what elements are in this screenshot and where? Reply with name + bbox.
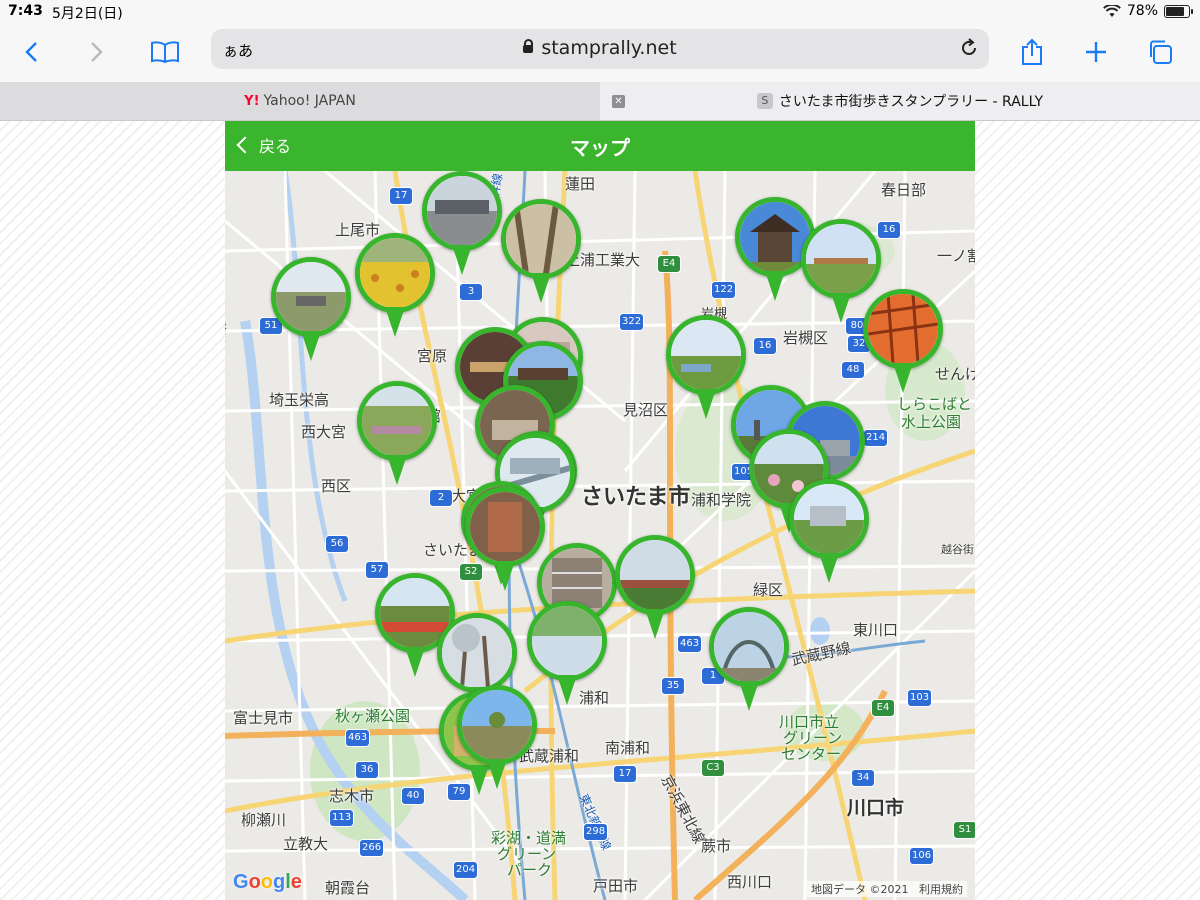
- stamp-pin[interactable]: [709, 607, 789, 717]
- map-label: 宮原: [417, 347, 448, 365]
- map-view[interactable]: 蓮田 春日部 上尾市 上浦工業大 一ノ割 岩槻区 宮原 見沼区 せんげん しらこ…: [225, 171, 975, 900]
- tab-rally[interactable]: ✕ S さいたま市街歩きスタンプラリー - RALLY: [600, 82, 1200, 120]
- map-label: 朝霞台: [325, 879, 371, 897]
- battery-icon: [1164, 4, 1193, 18]
- stamp-pin[interactable]: [271, 257, 351, 367]
- map-label: 西川口: [727, 873, 773, 891]
- road-number: 103: [907, 689, 933, 707]
- map-label: 志木市: [329, 787, 375, 805]
- lock-icon: [523, 39, 534, 53]
- tabs-icon[interactable]: [1140, 32, 1180, 72]
- reload-icon[interactable]: [959, 38, 979, 62]
- app-header: 戻る マップ: [225, 121, 975, 171]
- map-label: 富士見市: [233, 709, 294, 727]
- terms-link[interactable]: 利用規約: [919, 883, 963, 896]
- map-label: 立教大: [283, 835, 329, 853]
- browser-toolbar: ぁあ stamprally.net: [0, 24, 1200, 82]
- road-number: 17: [613, 765, 637, 783]
- road-number: 463: [345, 729, 371, 747]
- status-time: 7:43: [8, 3, 43, 19]
- road-number: C3: [701, 759, 725, 777]
- tab-yahoo[interactable]: Y! Yahoo! JAPAN: [0, 82, 600, 120]
- bookmarks-icon[interactable]: [145, 32, 185, 72]
- road-number: E4: [657, 255, 681, 273]
- rally-app: 戻る マップ 蓮田 春日部 上尾市 上浦工業大 一ノ割 岩槻区 宮原 見沼区 せ…: [225, 121, 975, 900]
- google-logo: Google: [233, 871, 302, 893]
- map-label: 南浦和: [605, 739, 651, 757]
- map-label: 蕨市: [701, 837, 732, 855]
- map-credit: 地図データ ©2021 利用規約: [807, 881, 967, 897]
- status-bar: 7:43 5月2日(日) 78%: [0, 0, 1200, 24]
- map-label: 戸田市: [593, 877, 639, 895]
- tab-yahoo-label: Yahoo! JAPAN: [263, 93, 356, 109]
- road-number: 214: [863, 429, 889, 447]
- battery-percent: 78%: [1126, 3, 1158, 19]
- map-label: 東川口: [853, 621, 899, 639]
- url-text: stamprally.net: [211, 37, 989, 59]
- back-icon[interactable]: [12, 32, 52, 72]
- city-label: 川口市: [847, 797, 905, 819]
- close-icon[interactable]: ✕: [612, 95, 625, 108]
- map-label: 緑区: [753, 581, 784, 599]
- tab-rally-label: さいたま市街歩きスタンプラリー - RALLY: [778, 94, 1044, 110]
- map-label: 荒川: [225, 321, 227, 343]
- url-value: stamprally.net: [541, 37, 677, 59]
- page-title: マップ: [570, 136, 630, 160]
- stamp-pin[interactable]: [615, 535, 695, 645]
- map-label: 岩槻区: [783, 329, 829, 347]
- stamp-pin[interactable]: [789, 479, 869, 589]
- city-label: さいたま市: [581, 485, 691, 510]
- map-label: 蓮田: [565, 175, 596, 193]
- stamp-pin[interactable]: [863, 289, 943, 399]
- road-number: 2: [429, 489, 453, 507]
- map-label: 一ノ割: [937, 247, 975, 265]
- map-label: 越谷街: [941, 543, 974, 556]
- status-date: 5月2日(日): [52, 6, 123, 22]
- road-number: 113: [329, 809, 355, 827]
- road-number: 40: [401, 787, 425, 805]
- forward-icon[interactable]: [76, 32, 116, 72]
- road-number: 106: [909, 847, 935, 865]
- road-number: 48: [841, 361, 865, 379]
- share-icon[interactable]: [1012, 32, 1052, 72]
- map-label: 秋ヶ瀬公園: [335, 707, 411, 725]
- favicon-icon: S: [756, 93, 773, 109]
- stamp-pin[interactable]: [465, 487, 545, 597]
- road-number: 122: [711, 281, 737, 299]
- stamp-pin[interactable]: [527, 601, 607, 711]
- map-credit-text: 地図データ ©2021: [811, 883, 909, 896]
- tab-bar: Y! Yahoo! JAPAN ✕ S さいたま市街歩きスタンプラリー - RA…: [0, 82, 1200, 121]
- map-label: パーク: [507, 861, 553, 879]
- yahoo-logo-icon: Y!: [244, 93, 260, 109]
- stamp-pin[interactable]: [355, 233, 435, 343]
- address-bar[interactable]: ぁあ stamprally.net: [211, 29, 989, 69]
- road-number: E4: [871, 699, 895, 717]
- road-number: 266: [359, 839, 385, 857]
- road-number: 56: [325, 535, 349, 553]
- road-number: S1: [953, 821, 975, 839]
- status-right: 78%: [1102, 3, 1193, 19]
- road-number: 3: [459, 283, 483, 301]
- map-label: 埼玉栄高: [269, 391, 330, 409]
- wifi-icon: [1102, 4, 1121, 17]
- road-number: 322: [619, 313, 645, 331]
- map-label: 西大宮: [301, 423, 347, 441]
- stamp-pin[interactable]: [457, 685, 537, 795]
- road-number: 298: [583, 823, 609, 841]
- road-number: 35: [661, 677, 685, 695]
- road-number: 17: [389, 187, 413, 205]
- road-number: 36: [355, 761, 379, 779]
- map-label: 西区: [321, 477, 352, 495]
- stamp-pin[interactable]: [501, 199, 581, 309]
- road-number: 34: [851, 769, 875, 787]
- stamp-pin[interactable]: [357, 381, 437, 491]
- map-label: 水上公園: [901, 413, 962, 431]
- map-label: センター: [781, 745, 842, 763]
- map-label: 見沼区: [623, 401, 669, 419]
- road-number: 16: [753, 337, 777, 355]
- map-label: 春日部: [881, 181, 927, 199]
- plus-icon[interactable]: [1076, 32, 1116, 72]
- road-number: 204: [453, 861, 479, 879]
- map-label: 柳瀬川: [241, 811, 287, 829]
